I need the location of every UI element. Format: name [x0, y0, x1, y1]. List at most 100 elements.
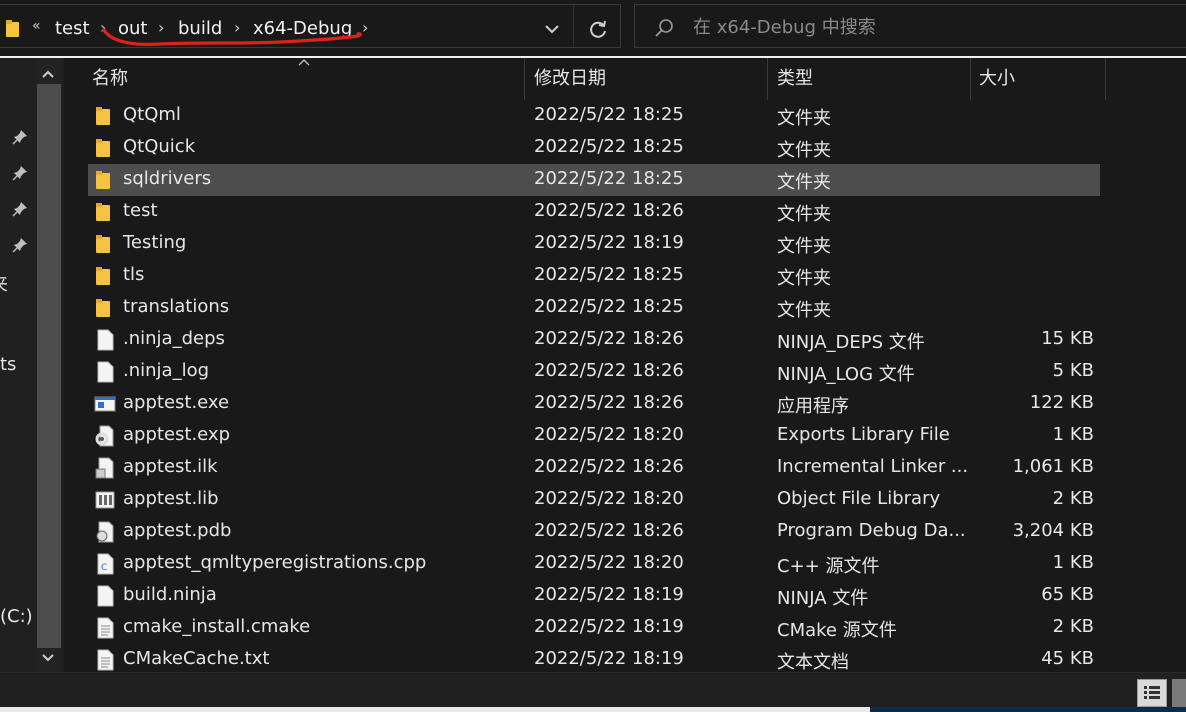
- file-row[interactable]: build.ninja 2022/5/22 18:19 NINJA 文件 65 KB: [88, 580, 1100, 612]
- nav-item-drive-c[interactable]: (C:): [0, 606, 33, 627]
- file-type: NINJA_LOG 文件: [777, 364, 915, 385]
- file-row[interactable]: .ninja_log 2022/5/22 18:26 NINJA_LOG 文件 5 K…: [88, 356, 1100, 388]
- file-type: Program Debug Da...: [777, 520, 966, 541]
- file-row[interactable]: tls 2022/5/22 18:25 文件夹: [88, 260, 1100, 292]
- exe-icon: [94, 396, 116, 412]
- file-size: 2 KB: [1052, 616, 1094, 637]
- file-modified-date: 2022/5/22 18:20: [534, 488, 684, 509]
- file-row[interactable]: cmake_install.cmake 2022/5/22 18:19 CMake …: [88, 612, 1100, 644]
- file-name: cmake_install.cmake: [123, 616, 311, 637]
- large-icons-view-button[interactable]: [1172, 679, 1186, 707]
- file-list: 名称 修改日期 类型 大小 QtQml 2022/5/22 18:25 文件夹 QtQ…: [64, 58, 1186, 673]
- breadcrumb-separator[interactable]: ›: [158, 18, 164, 37]
- file-row[interactable]: test 2022/5/22 18:26 文件夹: [88, 196, 1100, 228]
- navigation-pane: 夹 ts (C:): [0, 58, 64, 672]
- chevron-down-icon[interactable]: [542, 19, 562, 39]
- file-type: CMake 源文件: [777, 620, 897, 641]
- file-row[interactable]: sqldrivers 2022/5/22 18:25 文件夹: [88, 164, 1100, 196]
- file-type: 文本文档: [777, 652, 849, 673]
- blank-file-icon: [97, 585, 114, 607]
- details-view-icon: [1144, 686, 1160, 699]
- folder-icon: [96, 299, 110, 317]
- file-row[interactable]: QtQml 2022/5/22 18:25 文件夹: [88, 100, 1100, 132]
- pin-icon: [12, 130, 27, 145]
- details-view-button[interactable]: [1137, 679, 1167, 707]
- folder-icon: [96, 235, 110, 253]
- gear-file-icon: [95, 425, 114, 447]
- blank-file-icon: [97, 329, 114, 351]
- file-row[interactable]: .ninja_deps 2022/5/22 18:26 NINJA_DEPS 文件 1…: [88, 324, 1100, 356]
- breadcrumb-x64-debug[interactable]: x64-Debug: [253, 18, 352, 39]
- breadcrumb-separator[interactable]: ›: [362, 18, 368, 37]
- file-modified-date: 2022/5/22 18:25: [534, 104, 684, 125]
- file-modified-date: 2022/5/22 18:26: [534, 456, 684, 477]
- folder-icon: [96, 203, 110, 221]
- file-row[interactable]: Testing 2022/5/22 18:19 文件夹: [88, 228, 1100, 260]
- file-name: build.ninja: [123, 584, 217, 605]
- breadcrumb-test[interactable]: test: [55, 18, 90, 39]
- file-type: 文件夹: [777, 300, 831, 321]
- file-row[interactable]: apptest.exe 2022/5/22 18:26 应用程序 122 KB: [88, 388, 1100, 420]
- file-size: 1 KB: [1052, 552, 1094, 573]
- column-header-date[interactable]: 修改日期: [522, 58, 767, 100]
- file-name: apptest.exp: [123, 424, 231, 445]
- folder-icon: [96, 139, 110, 157]
- file-type: 文件夹: [777, 108, 831, 129]
- breadcrumb-separator[interactable]: ›: [234, 18, 240, 37]
- file-row[interactable]: translations 2022/5/22 18:25 文件夹: [88, 292, 1100, 324]
- file-row[interactable]: apptest.lib 2022/5/22 18:20 Object File Li…: [88, 484, 1100, 516]
- search-icon: [655, 19, 673, 37]
- taskbar-edge: [870, 707, 1186, 712]
- file-size: 1,061 KB: [1012, 456, 1094, 477]
- file-modified-date: 2022/5/22 18:20: [534, 552, 684, 573]
- file-size: 1 KB: [1052, 424, 1094, 445]
- column-header-type[interactable]: 类型: [765, 58, 970, 100]
- nav-item-partial[interactable]: ts: [0, 354, 16, 375]
- address-bar[interactable]: « test › out › build › x64-Debug ›: [0, 4, 621, 48]
- folder-icon: [6, 20, 19, 37]
- file-row[interactable]: apptest.ilk 2022/5/22 18:26 Incremental Li…: [88, 452, 1100, 484]
- file-type: 文件夹: [777, 236, 831, 257]
- file-name: test: [123, 200, 158, 221]
- scroll-down-icon[interactable]: [40, 650, 56, 666]
- text-file-icon: [97, 649, 114, 671]
- file-modified-date: 2022/5/22 18:20: [534, 424, 684, 445]
- file-modified-date: 2022/5/22 18:19: [534, 616, 684, 637]
- file-row[interactable]: apptest.pdb 2022/5/22 18:26 Program Debug …: [88, 516, 1100, 548]
- breadcrumb-build[interactable]: build: [178, 18, 222, 39]
- file-size: 65 KB: [1041, 584, 1094, 605]
- file-type: Incremental Linker ...: [777, 456, 967, 477]
- cpp-file-icon: C: [97, 553, 114, 575]
- file-size: 5 KB: [1052, 360, 1094, 381]
- column-divider[interactable]: [1105, 58, 1106, 100]
- scroll-up-icon[interactable]: [40, 66, 56, 82]
- file-modified-date: 2022/5/22 18:19: [534, 584, 684, 605]
- file-name: CMakeCache.txt: [123, 648, 270, 669]
- overflow-chevron-icon[interactable]: «: [32, 18, 41, 34]
- breadcrumb-separator[interactable]: ›: [100, 18, 106, 37]
- file-type: Object File Library: [777, 488, 941, 509]
- status-bar: [0, 672, 1186, 712]
- file-modified-date: 2022/5/22 18:25: [534, 168, 684, 189]
- file-name: apptest.ilk: [123, 456, 218, 477]
- file-name: apptest.pdb: [123, 520, 232, 541]
- file-name: Testing: [123, 232, 187, 253]
- nav-item-partial[interactable]: 夹: [0, 270, 8, 296]
- file-row[interactable]: QtQuick 2022/5/22 18:25 文件夹: [88, 132, 1100, 164]
- taskbar-edge: [0, 707, 870, 712]
- file-name: apptest_qmltyperegistrations.cpp: [123, 552, 427, 573]
- search-box[interactable]: [634, 4, 1186, 48]
- file-row[interactable]: apptest.exp 2022/5/22 18:20 Exports Librar…: [88, 420, 1100, 452]
- folder-icon: [96, 171, 110, 189]
- column-header-name[interactable]: 名称: [80, 58, 524, 100]
- file-name: sqldrivers: [123, 168, 212, 189]
- file-row[interactable]: Capptest_qmltyperegistrations.cpp 2022/5/…: [88, 548, 1100, 580]
- refresh-icon[interactable]: [586, 18, 610, 42]
- nav-scrollbar-thumb[interactable]: [37, 84, 61, 648]
- file-type: C++ 源文件: [777, 556, 880, 577]
- column-header-size[interactable]: 大小: [967, 58, 1105, 100]
- divider: [573, 5, 574, 47]
- breadcrumb-out[interactable]: out: [118, 18, 147, 39]
- file-name: translations: [123, 296, 230, 317]
- search-input[interactable]: [693, 15, 1173, 39]
